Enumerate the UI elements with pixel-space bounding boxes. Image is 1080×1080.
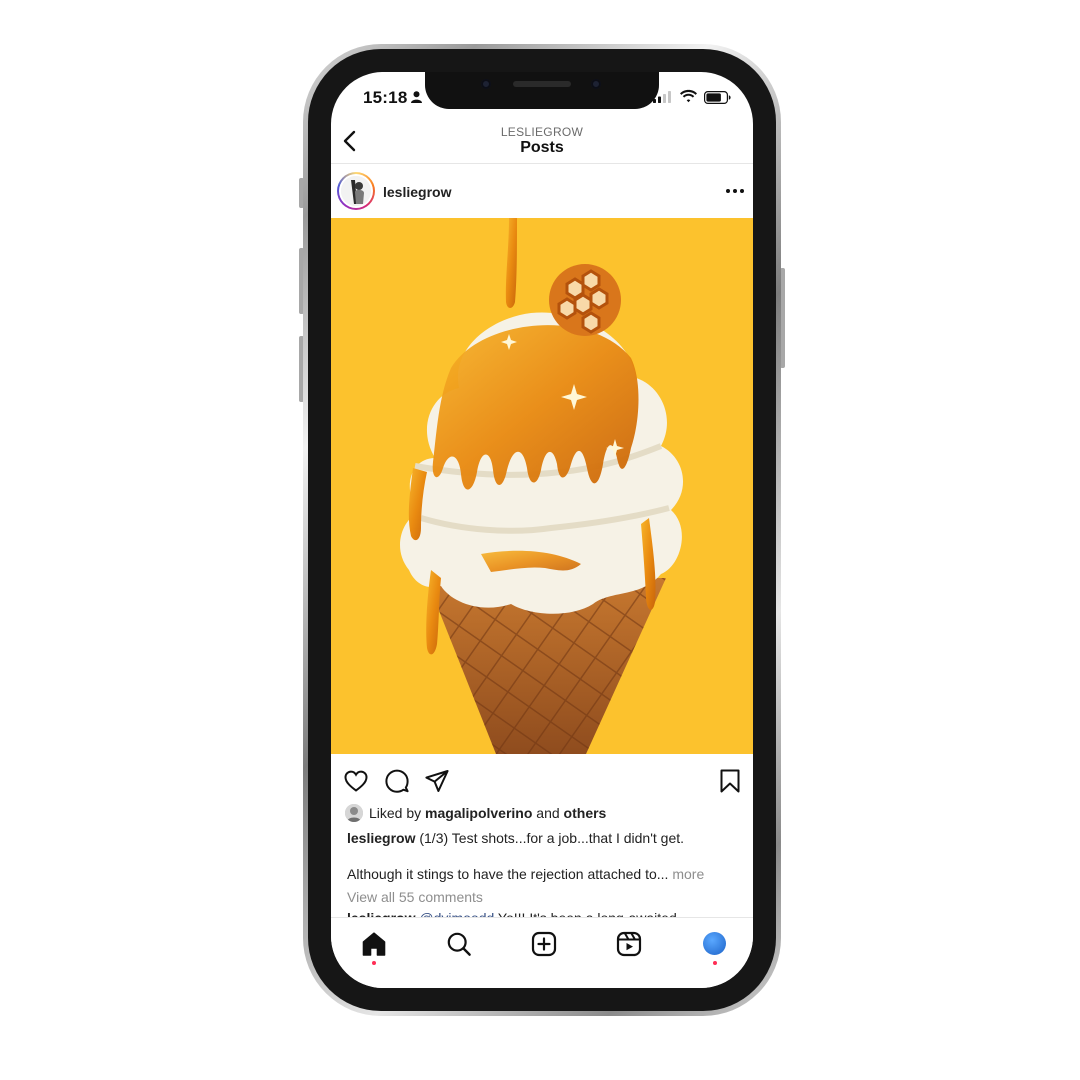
profile-activity-dot <box>713 961 717 965</box>
liker-username[interactable]: magalipolverino <box>425 805 532 821</box>
post-username[interactable]: lesliegrow <box>383 184 451 200</box>
bookmark-icon[interactable] <box>717 768 743 794</box>
battery-icon <box>704 91 731 104</box>
caption-text-2: Although it stings to have the rejection… <box>347 866 669 882</box>
post-header: lesliegrow <box>331 165 753 219</box>
comment-icon[interactable] <box>384 768 410 794</box>
person-icon <box>411 91 422 103</box>
front-camera <box>481 79 491 89</box>
caption-line-2: Although it stings to have the rejection… <box>347 866 704 882</box>
home-activity-dot <box>372 961 376 965</box>
phone-screen: 15:18 LESLIEGROW Posts lesliegrow Liked … <box>331 72 753 988</box>
notch <box>425 72 659 109</box>
likes-prefix: Liked by <box>369 805 422 821</box>
share-icon[interactable] <box>424 768 450 794</box>
search-icon[interactable] <box>445 930 473 958</box>
caption-more-link[interactable]: more <box>672 866 704 882</box>
status-time: 15:18 <box>363 88 408 107</box>
wifi-icon <box>680 89 697 103</box>
page-header: LESLIEGROW Posts <box>331 116 753 164</box>
caption-text-1: (1/3) Test shots...for a job...that I di… <box>419 830 685 846</box>
account-name: LESLIEGROW <box>500 125 584 139</box>
likes-joiner: and <box>536 805 560 821</box>
likes-others-link[interactable]: others <box>564 805 607 821</box>
avatar[interactable] <box>341 176 371 206</box>
page-title: Posts <box>520 139 564 156</box>
home-icon[interactable] <box>360 930 388 958</box>
likes-text: Liked by magalipolverino and others <box>369 805 606 821</box>
view-comments-link[interactable]: View all 55 comments <box>347 889 483 905</box>
reels-icon[interactable] <box>615 930 643 958</box>
caption-line-1: lesliegrow (1/3) Test shots...for a job.… <box>347 830 684 846</box>
avatar-illustration <box>341 176 371 206</box>
heart-icon[interactable] <box>343 768 369 794</box>
earpiece-speaker <box>513 81 571 87</box>
liker-avatar[interactable] <box>345 804 363 822</box>
caption-username[interactable]: lesliegrow <box>347 830 415 846</box>
avatar-frame <box>339 174 373 208</box>
story-ring[interactable] <box>337 172 375 210</box>
new-post-icon[interactable] <box>530 930 558 958</box>
sensor <box>591 79 601 89</box>
post-image[interactable] <box>331 218 753 754</box>
post-action-bar <box>331 754 753 802</box>
bottom-nav <box>331 917 753 988</box>
liker-avatar-illustration <box>345 804 363 822</box>
ellipsis-icon[interactable] <box>725 188 745 194</box>
ice-cream-cone-illustration <box>400 218 684 754</box>
profile-avatar[interactable] <box>703 932 726 955</box>
